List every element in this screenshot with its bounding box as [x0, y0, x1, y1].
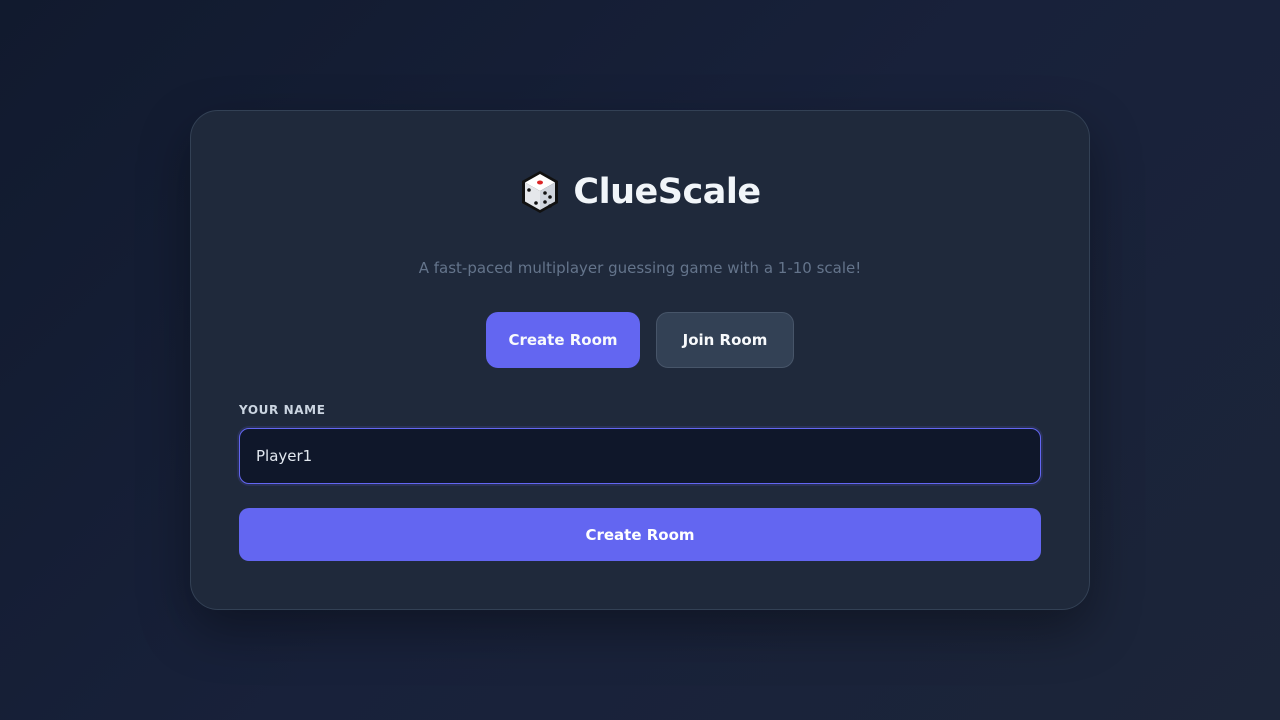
create-room-card: ClueScale A fast-paced multiplayer guess… [190, 110, 1090, 610]
tab-create-room[interactable]: Create Room [486, 312, 640, 368]
tab-join-room[interactable]: Join Room [656, 312, 794, 368]
create-room-button[interactable]: Create Room [239, 508, 1041, 561]
dice-icon [519, 169, 561, 215]
name-label: YOUR NAME [239, 403, 326, 417]
app-title: ClueScale [573, 172, 761, 212]
tagline: A fast-paced multiplayer guessing game w… [418, 259, 862, 277]
brand-header: ClueScale [191, 169, 1089, 215]
name-input[interactable] [239, 428, 1041, 484]
mode-tabs: Create Room Join Room [191, 312, 1089, 368]
